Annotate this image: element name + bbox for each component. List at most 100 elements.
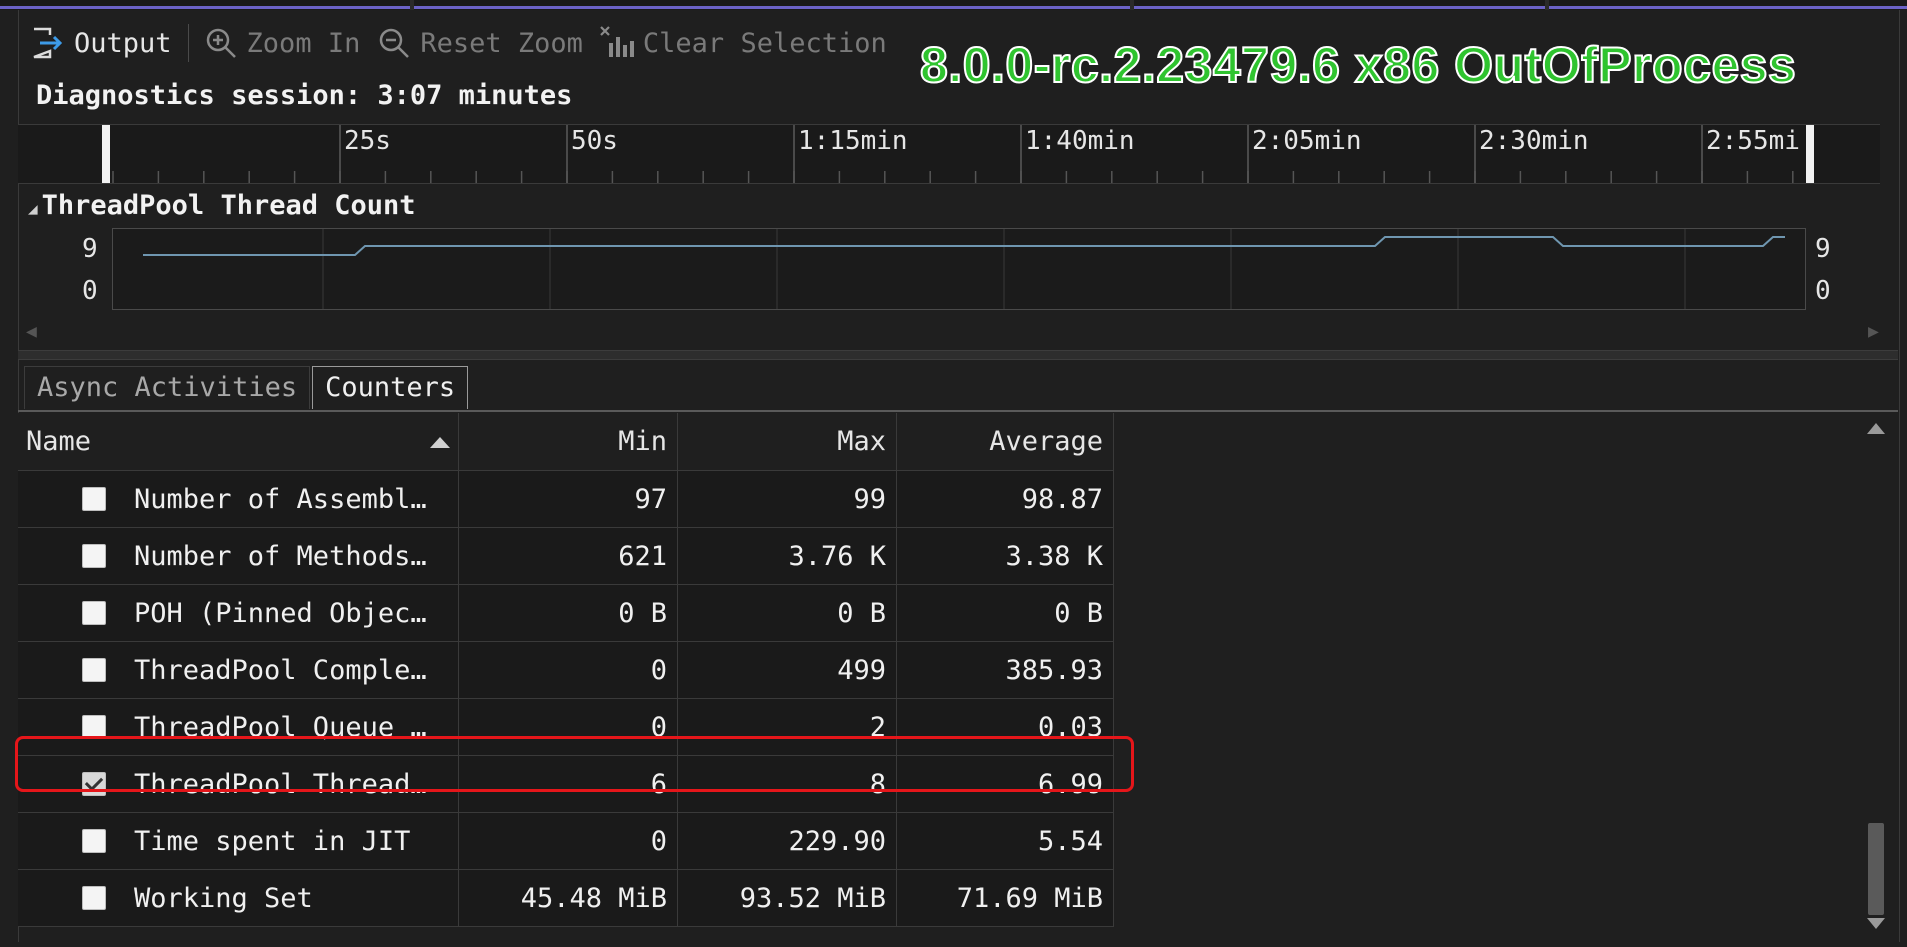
tick-label: 2:55mi bbox=[1706, 126, 1800, 156]
cell-average: 3.38 K bbox=[897, 528, 1114, 584]
column-header-min[interactable]: Min bbox=[459, 413, 678, 470]
reset-zoom-label: Reset Zoom bbox=[420, 27, 583, 59]
timeline-boundary-marker[interactable] bbox=[1806, 125, 1814, 183]
scroll-up-icon[interactable] bbox=[1867, 423, 1885, 434]
cell-name: Number of Assembl… bbox=[18, 471, 459, 527]
tick-label: 25s bbox=[344, 126, 391, 156]
clear-selection-icon bbox=[600, 26, 634, 57]
graph-horizontal-scrollbar[interactable]: ◀ ▶ bbox=[18, 315, 1880, 345]
counters-table: Name Min Max Average Number of Assembl… 9… bbox=[18, 413, 1114, 927]
column-header-name[interactable]: Name bbox=[18, 413, 459, 470]
table-row[interactable]: ThreadPool Queue … 0 2 0.03 bbox=[18, 699, 1114, 756]
tab-async-activities[interactable]: Async Activities bbox=[24, 366, 311, 409]
row-checkbox[interactable] bbox=[82, 772, 106, 796]
counter-name: Number of Assembl… bbox=[134, 483, 427, 515]
toolbar-separator bbox=[187, 24, 189, 62]
cell-min: 6 bbox=[459, 756, 678, 812]
cell-min: 45.48 MiB bbox=[459, 870, 678, 926]
cell-min: 0 bbox=[459, 699, 678, 755]
row-checkbox[interactable] bbox=[82, 886, 106, 910]
tick-label: 2:30min bbox=[1479, 126, 1589, 156]
ruler-ticks: 25s 50s 1:15min 1:40min 2:05min 2:30min 2:55mi bbox=[102, 125, 1814, 183]
zoom-in-button[interactable]: Zoom In bbox=[203, 25, 360, 61]
scroll-left-icon[interactable]: ◀ bbox=[26, 321, 37, 342]
cell-min: 0 bbox=[459, 642, 678, 698]
cell-average: 98.87 bbox=[897, 471, 1114, 527]
table-row[interactable]: ThreadPool Comple… 0 499 385.93 bbox=[18, 642, 1114, 699]
graph-plot bbox=[143, 229, 1785, 309]
timeline-boundary-marker[interactable] bbox=[102, 125, 110, 183]
cell-min: 0 bbox=[459, 813, 678, 869]
row-checkbox[interactable] bbox=[82, 601, 106, 625]
column-header-average[interactable]: Average bbox=[897, 413, 1114, 470]
cell-min: 97 bbox=[459, 471, 678, 527]
cell-name: Working Set bbox=[18, 870, 459, 926]
row-checkbox[interactable] bbox=[82, 544, 106, 568]
counter-name: ThreadPool Thread… bbox=[134, 768, 427, 800]
scroll-right-icon[interactable]: ▶ bbox=[1868, 321, 1879, 342]
table-row[interactable]: Working Set 45.48 MiB 93.52 MiB 71.69 MiB bbox=[18, 870, 1114, 927]
cell-name: POH (Pinned Objec… bbox=[18, 585, 459, 641]
tick-label: 50s bbox=[571, 126, 618, 156]
build-version-overlay: 8.0.0-rc.2.23479.6 x86 OutOfProcess bbox=[919, 36, 1797, 94]
table-row[interactable]: Number of Methods… 621 3.76 K 3.38 K bbox=[18, 528, 1114, 585]
cell-average: 6.99 bbox=[897, 756, 1114, 812]
window-top-edge bbox=[0, 0, 1907, 10]
cell-average: 385.93 bbox=[897, 642, 1114, 698]
column-header-max[interactable]: Max bbox=[678, 413, 897, 470]
counter-name: Time spent in JIT bbox=[134, 825, 411, 857]
tab-gap bbox=[410, 0, 414, 10]
session-duration: Diagnostics session: 3:07 minutes bbox=[36, 80, 573, 111]
row-checkbox[interactable] bbox=[82, 658, 106, 682]
counter-name: Working Set bbox=[134, 882, 313, 914]
row-checkbox[interactable] bbox=[82, 715, 106, 739]
column-header-name-label: Name bbox=[26, 426, 92, 457]
cell-min: 0 B bbox=[459, 585, 678, 641]
tick-label: 1:40min bbox=[1025, 126, 1135, 156]
cell-name: ThreadPool Thread… bbox=[18, 756, 459, 812]
graph-title[interactable]: ◢ ThreadPool Thread Count bbox=[28, 190, 416, 221]
thread-count-graph[interactable] bbox=[112, 228, 1806, 310]
cell-average: 71.69 MiB bbox=[897, 870, 1114, 926]
accent-bar bbox=[0, 6, 1907, 9]
thread-count-series-line bbox=[143, 236, 1785, 256]
scroll-down-icon[interactable] bbox=[1867, 918, 1885, 929]
sort-ascending-icon bbox=[430, 437, 450, 448]
cell-max: 499 bbox=[678, 642, 897, 698]
counter-name: ThreadPool Queue … bbox=[134, 711, 427, 743]
cell-max: 8 bbox=[678, 756, 897, 812]
reset-zoom-button[interactable]: Reset Zoom bbox=[376, 25, 583, 61]
cell-max: 93.52 MiB bbox=[678, 870, 897, 926]
cell-average: 5.54 bbox=[897, 813, 1114, 869]
cell-max: 0 B bbox=[678, 585, 897, 641]
counter-name: ThreadPool Comple… bbox=[134, 654, 427, 686]
y-axis-max-right: 9 bbox=[1815, 234, 1831, 264]
tab-strip: Async Activities Counters bbox=[24, 366, 470, 409]
output-button[interactable]: Output bbox=[30, 25, 172, 61]
table-header: Name Min Max Average bbox=[18, 413, 1114, 471]
cell-name: Number of Methods… bbox=[18, 528, 459, 584]
row-checkbox[interactable] bbox=[82, 829, 106, 853]
cell-name: ThreadPool Comple… bbox=[18, 642, 459, 698]
cell-max: 3.76 K bbox=[678, 528, 897, 584]
y-axis-max-left: 9 bbox=[82, 234, 98, 264]
tab-underline bbox=[18, 410, 1898, 412]
panel-splitter[interactable] bbox=[18, 350, 1898, 360]
y-axis-min-left: 0 bbox=[82, 276, 98, 306]
cell-average: 0.03 bbox=[897, 699, 1114, 755]
table-row[interactable]: POH (Pinned Objec… 0 B0 B0 B bbox=[18, 585, 1114, 642]
row-checkbox[interactable] bbox=[82, 487, 106, 511]
zoom-out-icon bbox=[380, 28, 410, 58]
scrollbar-thumb[interactable] bbox=[1868, 823, 1884, 915]
cell-max: 2 bbox=[678, 699, 897, 755]
table-vertical-scrollbar[interactable] bbox=[1860, 413, 1890, 939]
table-row[interactable]: Number of Assembl… 97 99 98.87 bbox=[18, 471, 1114, 528]
collapse-triangle-icon[interactable]: ◢ bbox=[28, 199, 38, 218]
timeline-ruler[interactable]: 25s 50s 1:15min 1:40min 2:05min 2:30min 2:55mi bbox=[18, 124, 1880, 184]
table-row[interactable]: ThreadPool Thread… 6 8 6.99 bbox=[18, 756, 1114, 813]
tab-gap bbox=[1130, 0, 1134, 10]
tab-counters[interactable]: Counters bbox=[312, 366, 469, 409]
table-row[interactable]: Time spent in JIT 0 229.90 5.54 bbox=[18, 813, 1114, 870]
clear-selection-button[interactable]: Clear Selection bbox=[599, 25, 887, 61]
cell-min: 621 bbox=[459, 528, 678, 584]
